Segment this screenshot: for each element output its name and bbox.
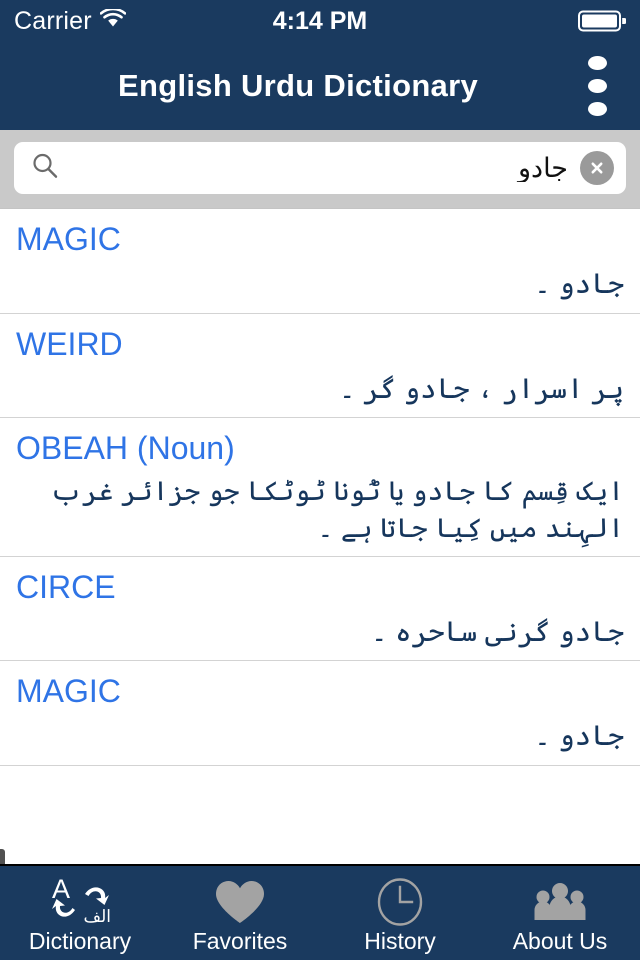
entry-definition: جادو گرنی ساحرہ ۔: [370, 615, 624, 647]
tab-label: Favorites: [192, 927, 288, 954]
tab-label: History: [364, 927, 436, 954]
entry-definition: ایک قِسم کا جادو یا ٹُونا ٹوٹکا جو جزائر…: [50, 476, 624, 544]
search-input[interactable]: جادو: [70, 155, 572, 182]
tab-bar: A الف Dictionary Favorites History About…: [0, 864, 640, 960]
search-bar-container: جادو: [0, 130, 640, 208]
heart-icon: [213, 878, 267, 926]
people-group-icon: [530, 878, 590, 926]
overflow-menu-icon[interactable]: [568, 42, 626, 130]
clock-icon: [375, 877, 425, 926]
tab-label: About Us: [512, 927, 608, 954]
carrier-label: Carrier: [14, 6, 92, 35]
entry-word: OBEAH (Noun): [16, 430, 235, 467]
entry-word: CIRCE: [16, 568, 116, 605]
search-icon: [30, 151, 60, 186]
tab-label: Dictionary: [28, 927, 132, 954]
entry-definition: جادو ۔: [534, 267, 624, 299]
search-bar[interactable]: جادو: [14, 142, 626, 194]
list-item[interactable]: MAGIC جادو ۔: [0, 209, 640, 314]
overflow-dot: [587, 102, 607, 116]
app-screen: Carrier 4:14 PM English Urdu Dictionary: [0, 0, 640, 960]
clear-search-icon[interactable]: [580, 151, 614, 185]
tab-dictionary[interactable]: A الف Dictionary: [0, 866, 160, 960]
translate-icon: A الف: [49, 875, 111, 926]
entry-definition: جادو ۔: [534, 720, 624, 752]
tab-about-us[interactable]: About Us: [480, 866, 640, 960]
entry-word: MAGIC: [16, 221, 121, 257]
overflow-dot: [587, 56, 607, 70]
entry-word: MAGIC: [16, 673, 121, 710]
list-item[interactable]: OBEAH (Noun) ایک قِسم کا جادو یا ٹُونا ٹ…: [0, 418, 640, 557]
tab-history[interactable]: History: [320, 866, 480, 960]
tab-favorites[interactable]: Favorites: [160, 866, 320, 960]
scrollbar[interactable]: [0, 849, 5, 864]
list-item[interactable]: CIRCE جادو گرنی ساحرہ ۔: [0, 556, 640, 662]
status-bar: Carrier 4:14 PM: [0, 0, 640, 42]
list-item[interactable]: WEIRD پر اسرار ، جادو گر ۔: [0, 313, 640, 419]
wifi-icon: [99, 7, 127, 34]
status-bar-left: Carrier: [14, 6, 127, 36]
entry-definition: پر اسرار ، جادو گر ۔: [339, 372, 624, 404]
page-title: English Urdu Dictionary: [118, 68, 478, 103]
results-list[interactable]: MAGIC جادو ۔ WEIRD پر اسرار ، جادو گر ۔ …: [0, 208, 640, 864]
overflow-dot: [587, 79, 607, 93]
entry-word: WEIRD: [16, 325, 123, 362]
list-item[interactable]: MAGIC جادو ۔: [0, 661, 640, 766]
app-bar: English Urdu Dictionary: [0, 42, 640, 130]
battery-full-icon: [578, 9, 626, 33]
